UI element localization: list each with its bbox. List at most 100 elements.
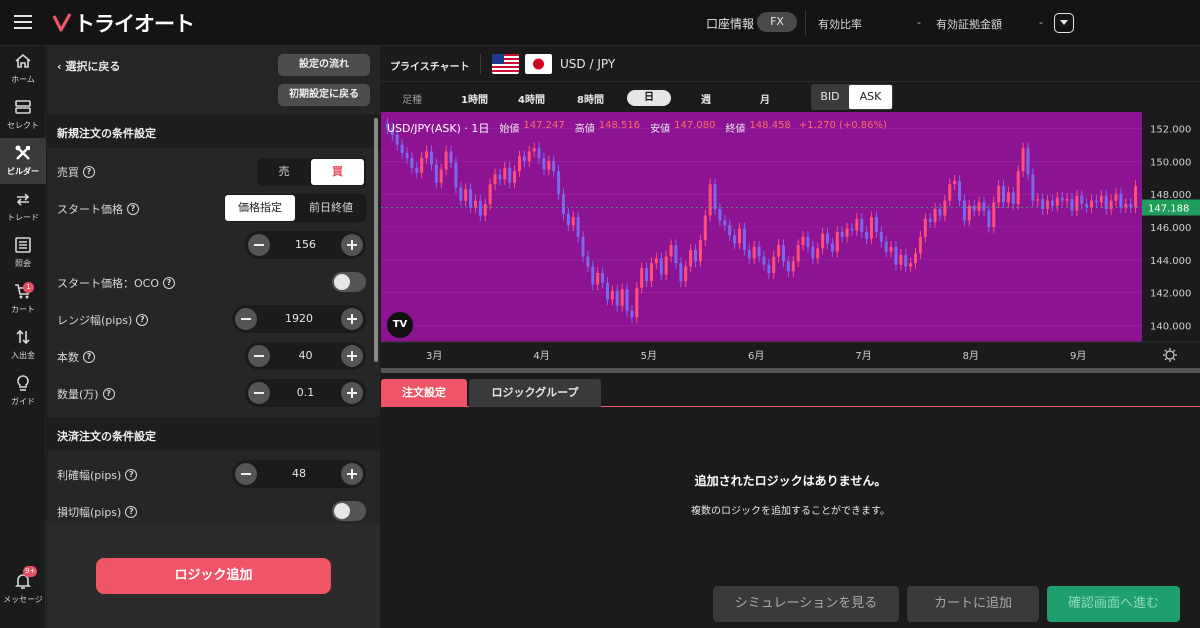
plus-icon[interactable] [341, 463, 363, 485]
y-tick-label: 142.000 [1150, 289, 1191, 300]
tab-order-settings[interactable]: 注文設定 [381, 379, 467, 407]
timeframe-day[interactable]: 日 [627, 90, 671, 106]
price-chart-header: プライスチャート USD / JPY [381, 46, 1200, 82]
ohlc-legend: USD/JPY(ASK) · 1日 始値 147.247 高値 148.516 安値… [387, 120, 887, 136]
start-price-value[interactable]: 156 [271, 238, 340, 251]
menu-icon[interactable] [14, 15, 32, 29]
x-tick-label: 8月 [963, 350, 979, 362]
price-specify-option[interactable]: 価格指定 [225, 195, 295, 221]
timeframe-week[interactable]: 週 [701, 91, 711, 106]
brand-logo[interactable]: トライオート [52, 10, 195, 36]
help-icon[interactable]: ? [136, 314, 149, 326]
candle-body [552, 161, 556, 172]
minus-icon[interactable] [248, 382, 270, 404]
simulation-button[interactable]: シミュレーションを見る [713, 586, 899, 622]
plus-icon[interactable] [341, 308, 363, 330]
oco-toggle[interactable] [332, 272, 366, 292]
nav-guide[interactable]: ガイド [0, 368, 46, 414]
nav-inquiry[interactable]: 照会 [0, 230, 46, 276]
ask-option[interactable]: ASK [849, 85, 892, 109]
buy-option[interactable]: 買 [311, 159, 364, 185]
take-profit-row: 利確幅(pips) ? [57, 467, 138, 483]
timeframe-4h[interactable]: 4時間 [518, 91, 545, 106]
settings-flow-button[interactable]: 設定の流れ [278, 54, 370, 76]
candle-body [645, 268, 649, 282]
timeframe-8h[interactable]: 8時間 [577, 91, 604, 106]
help-icon[interactable]: ? [83, 351, 95, 363]
candle-body [982, 202, 986, 211]
us-flag-icon [492, 54, 519, 74]
take-profit-value[interactable]: 48 [258, 467, 340, 480]
minus-icon[interactable] [235, 463, 257, 485]
plus-icon[interactable] [341, 345, 363, 367]
nav-home[interactable]: ホーム [0, 46, 46, 92]
candle-body [478, 200, 482, 216]
help-icon[interactable]: ? [102, 388, 115, 400]
sell-option[interactable]: 売 [258, 158, 310, 186]
candle-body [405, 153, 409, 158]
nav-builder[interactable]: ビルダー [0, 138, 46, 184]
help-icon[interactable]: ? [83, 166, 95, 178]
nav-select[interactable]: セレクト [0, 92, 46, 138]
account-type-badge[interactable]: FX [757, 12, 797, 32]
stop-loss-toggle[interactable] [332, 501, 366, 521]
help-icon[interactable]: ? [125, 506, 138, 518]
candle-body [914, 253, 918, 264]
last-price-label: 147.188 [1148, 203, 1189, 214]
help-icon[interactable]: ? [125, 469, 138, 481]
candle-body [610, 291, 614, 300]
candle-body [781, 245, 786, 262]
minus-icon[interactable] [248, 345, 270, 367]
minus-icon[interactable] [248, 234, 270, 256]
minus-icon[interactable] [235, 308, 257, 330]
nav-trade[interactable]: トレード [0, 184, 46, 230]
confirm-button[interactable]: 確認画面へ進む [1047, 586, 1180, 622]
chevron-down-icon[interactable] [1054, 13, 1074, 33]
cart-badge: 1 [23, 282, 34, 293]
quantity-label: 数量(万) [57, 388, 99, 401]
open-value: 147.247 [523, 120, 565, 131]
chart-canvas[interactable]: 152.000150.000148.000146.000144.000142.0… [381, 112, 1200, 368]
back-to-select-link[interactable]: ‹ 選択に戻る [57, 58, 120, 74]
panel-scrollbar[interactable] [374, 118, 378, 362]
candle-body [757, 246, 761, 257]
candle-body [625, 289, 629, 311]
timeframe-month[interactable]: 月 [760, 91, 770, 106]
quantity-value[interactable]: 0.1 [271, 386, 340, 399]
range-value[interactable]: 1920 [258, 312, 340, 325]
candle-body [620, 289, 624, 306]
plus-icon[interactable] [341, 382, 363, 404]
help-icon[interactable]: ? [163, 277, 175, 289]
side-nav: ホーム セレクト ビルダー トレード 照会 1 カート 入出金 ガイド 9+ メ… [0, 46, 46, 628]
candle-body [605, 282, 609, 300]
help-icon[interactable]: ? [127, 203, 139, 215]
nav-messages[interactable]: 9+ メッセージ [0, 566, 46, 612]
stop-loss-label: 損切幅(pips) [57, 506, 122, 519]
bid-option[interactable]: BID [811, 84, 849, 110]
count-value[interactable]: 40 [271, 349, 340, 362]
timeframe-1h[interactable]: 1時間 [461, 91, 488, 106]
add-to-cart-button[interactable]: カートに追加 [907, 586, 1039, 622]
tab-logic-group[interactable]: ロジックグループ [469, 379, 601, 407]
price-chart-title: プライスチャート [390, 62, 470, 73]
account-info-link[interactable]: 口座情報 [706, 15, 754, 32]
candle-body [874, 217, 878, 232]
candle-body [835, 231, 839, 252]
candle-body [439, 169, 443, 183]
candle-body [801, 236, 805, 246]
tradingview-logo[interactable]: TV [387, 312, 413, 338]
candle-body [493, 174, 497, 185]
nav-deposit[interactable]: 入出金 [0, 322, 46, 368]
candlestick-chart[interactable]: 152.000 150.000 148.000 146.000 144.000 142.0… [381, 112, 1200, 368]
oco-label: スタート価格：OCO [57, 277, 159, 290]
candle-body [821, 233, 825, 249]
plus-icon[interactable] [341, 234, 363, 256]
prev-close-option[interactable]: 前日終値 [296, 194, 366, 222]
reset-initial-button[interactable]: 初期設定に戻る [278, 84, 370, 106]
nav-cart[interactable]: 1 カート [0, 276, 46, 322]
candle-body [601, 273, 605, 283]
add-logic-button[interactable]: ロジック追加 [96, 558, 331, 594]
x-tick-label: 4月 [533, 350, 549, 362]
candle-body [1021, 148, 1025, 172]
logo-check-icon [52, 13, 72, 32]
